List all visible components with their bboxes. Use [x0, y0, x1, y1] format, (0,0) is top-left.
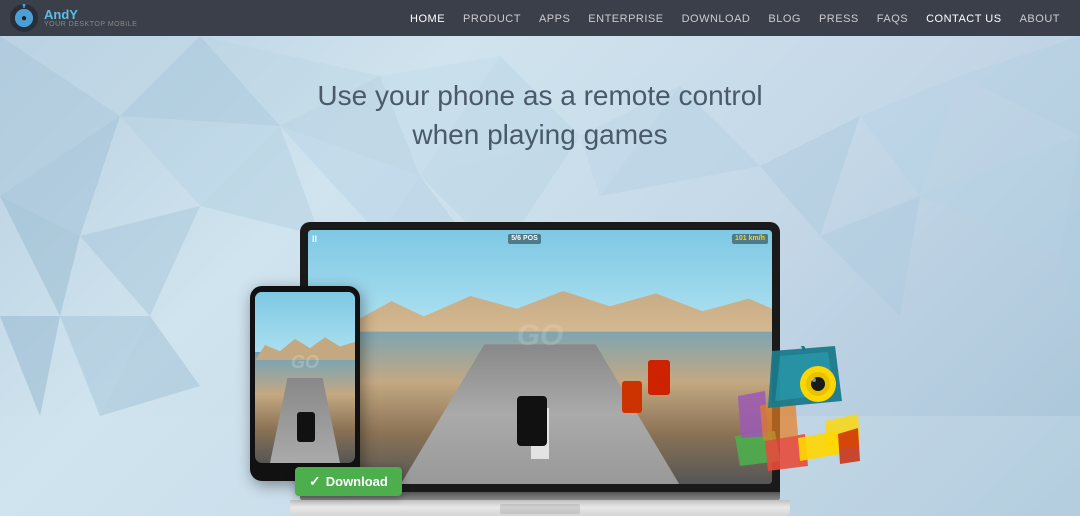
andy-robot-mascot	[730, 346, 860, 476]
trackpad-area	[290, 500, 790, 516]
speed-display: 101 km/h	[732, 234, 768, 244]
phone-body: GO	[250, 286, 360, 481]
opponent-car	[648, 360, 670, 395]
phone-screen: GO	[255, 292, 355, 463]
laptop-game: GO II 5/6 POS 101 km/h	[308, 230, 772, 484]
laptop-base	[290, 500, 790, 516]
logo-text: AndY YOUR DESKTOP MOBILE	[44, 8, 137, 28]
checkmark-icon: ✓	[309, 473, 321, 490]
phone-go-text: GO	[291, 352, 319, 373]
logo-name: AndY	[44, 8, 137, 21]
hero-section: Use your phone as a remote control when …	[0, 36, 1080, 516]
laptop-trackpad	[500, 504, 580, 514]
logo[interactable]: AndY YOUR DESKTOP MOBILE	[10, 4, 137, 32]
nav-item-contact-us[interactable]: CONTACT US	[926, 9, 1002, 27]
laptop-screen: GO II 5/6 POS 101 km/h	[308, 230, 772, 484]
nav-item-home[interactable]: HOME	[410, 9, 445, 27]
nav-item-faqs[interactable]: FAQS	[877, 9, 908, 27]
robot-svg	[730, 346, 860, 476]
logo-subtitle: YOUR DESKTOP MOBILE	[44, 21, 137, 28]
download-label: Download	[326, 474, 388, 489]
nav-item-product[interactable]: PRODUCT	[463, 9, 521, 27]
phone: GO	[250, 286, 360, 481]
devices-container: GO II 5/6 POS 101 km/h	[190, 166, 890, 516]
phone-game: GO	[255, 292, 355, 463]
game-hud: II 5/6 POS 101 km/h	[312, 234, 768, 244]
game-go-text: GO	[517, 319, 564, 353]
hero-headline: Use your phone as a remote control when …	[0, 76, 1080, 154]
headline-text: Use your phone as a remote control when …	[0, 76, 1080, 154]
navbar: AndY YOUR DESKTOP MOBILE HOME PRODUCT AP…	[0, 0, 1080, 36]
nav-item-blog[interactable]: BLOG	[768, 9, 801, 27]
download-button[interactable]: ✓ Download	[295, 467, 402, 496]
nav-item-download[interactable]: DOWNLOAD	[682, 9, 751, 27]
player-car	[517, 396, 547, 446]
laptop-screen-bezel: GO II 5/6 POS 101 km/h	[300, 222, 780, 492]
phone-car	[297, 412, 315, 442]
nav-item-apps[interactable]: APPS	[539, 9, 570, 27]
nav-item-about[interactable]: ABOUT	[1020, 9, 1060, 27]
pause-icon: II	[312, 234, 317, 244]
nav-item-press[interactable]: PRESS	[819, 9, 859, 27]
logo-icon	[10, 4, 38, 32]
nav-item-enterprise[interactable]: ENTERPRISE	[588, 9, 663, 27]
position-display: 5/6 POS	[508, 234, 540, 244]
nav-links: HOME PRODUCT APPS ENTERPRISE DOWNLOAD BL…	[410, 9, 1060, 27]
